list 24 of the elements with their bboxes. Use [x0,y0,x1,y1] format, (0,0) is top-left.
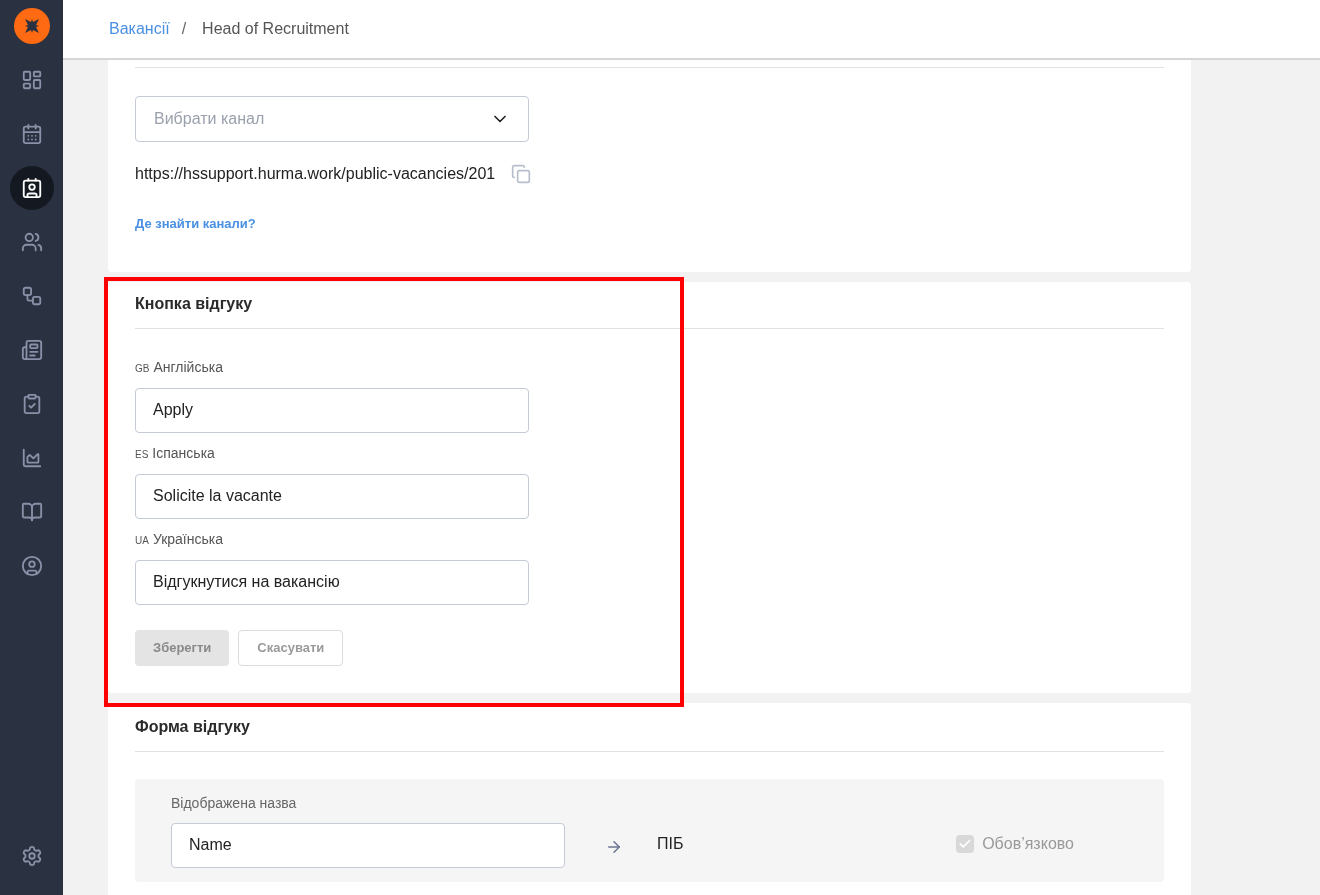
help-link[interactable]: Де знайти канали? [135,214,256,234]
channel-select[interactable]: Вибрати канал [135,96,529,142]
field-label: Українська [152,529,223,549]
settings-icon[interactable] [20,845,43,867]
language-code: GB [135,361,150,376]
input-field[interactable]: Відгукнутися на вакансію [135,559,529,605]
card-title: Форма відгуку [135,716,251,737]
breadcrumb-current: Head of Recruitment [201,19,349,39]
input-field[interactable]: Solicite la vacante [135,473,529,519]
breadcrumb-separator: / [181,19,187,39]
field-label: Англійська [153,357,223,377]
card-title: Кнопка відгуку [135,293,254,314]
input-field[interactable]: Apply [135,387,529,433]
field-label: Відображена назва [171,793,298,813]
breadcrumb-link[interactable]: Вакансії [109,17,170,41]
field-name: ПІБ [657,833,684,854]
sidebar-contact-card-icon[interactable] [9,166,54,210]
logo-icon[interactable] [13,8,50,44]
field-label: Іспанська [152,443,215,463]
language-code: ES [135,447,149,462]
input-field[interactable]: Name [171,822,565,868]
checkbox-label: Обов’язково [982,833,1074,854]
vacancy-url: https://hssupport.hurma.work/public-vacancies/201 [135,164,496,184]
language-code: UA [135,533,149,548]
